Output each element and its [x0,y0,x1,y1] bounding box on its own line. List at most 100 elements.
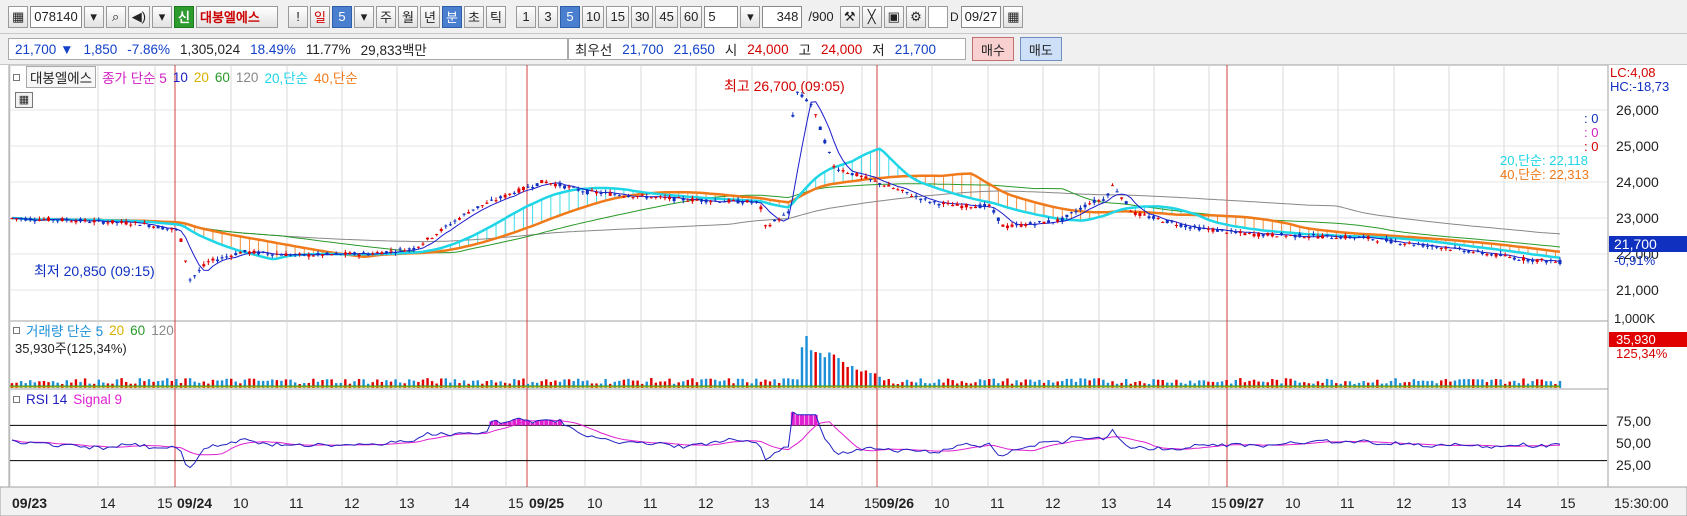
speaker-dropdown-icon[interactable]: ▾ [152,5,173,28]
period-month[interactable]: 월 [398,5,419,28]
candle-body [1051,221,1055,223]
candle-body [15,218,19,220]
volume-value: 1,305,024 [180,41,241,57]
candle-body [1010,224,1014,227]
candle-body [152,226,156,228]
candle-body [499,196,503,199]
trade-amount: 29,833백만 [360,43,427,58]
date-checkbox[interactable] [927,5,948,28]
candle-body [1293,234,1297,238]
save-icon[interactable]: ▣ [883,5,904,28]
period-second[interactable]: 초 [464,5,485,28]
candle-body [1467,250,1471,253]
high-value: 24,000 [821,41,863,57]
stock-code-input[interactable]: 078140 [30,5,82,28]
candle-body [1394,241,1398,243]
interval-input[interactable]: 5 [704,5,739,28]
candle-body [594,191,598,194]
candle-body [225,256,229,258]
candle-body [334,253,338,255]
candle-body [1211,228,1215,232]
candle-body [165,228,169,230]
buy-button[interactable]: 매수 [972,37,1014,61]
minute-1[interactable]: 1 [516,5,537,28]
candle-body [754,201,758,203]
interval-dropdown-icon[interactable]: ▾ [740,5,761,28]
grid-table-icon[interactable]: ▦ [15,92,33,108]
ma40-value-label: 40,단순: 22,313 [1500,167,1589,182]
rsi-collapse-icon[interactable] [13,396,20,403]
minute-10[interactable]: 10 [582,5,605,28]
search-icon[interactable]: ⌕ [105,5,126,28]
x-tick-label: 15 [864,495,880,511]
candle-body [398,248,402,250]
change-percent: -7.86% [127,41,171,57]
code-dropdown-icon[interactable]: ▾ [83,5,104,28]
candle-body [24,218,28,221]
minute-15[interactable]: 15 [606,5,629,28]
candle-body [234,253,238,256]
minute-3[interactable]: 3 [538,5,559,28]
candle-body [837,169,841,171]
minute-30[interactable]: 30 [630,5,654,28]
candle-body [458,218,462,220]
candle-body [362,252,366,254]
minute-5[interactable]: 5 [560,5,581,28]
period-year[interactable]: 년 [420,5,441,28]
legend-signal: Signal 9 [73,392,123,407]
candle-body [366,253,370,256]
candle-body [110,220,114,224]
x-tick-label: 15 [157,495,173,511]
stock-name[interactable]: 대봉엘에스 [196,5,279,28]
rsi-legend: RSI 14 Signal 9 [13,392,122,407]
legend-ma20-simple: 20,단순 [264,71,309,86]
low-annotation: 최저 20,850 (09:15) [34,263,155,279]
candle-body [1353,237,1357,239]
candle-body [1403,243,1407,245]
candle-body [932,201,936,203]
day-count-input[interactable]: 5 [332,5,353,28]
day-button[interactable]: 일 [310,5,331,28]
minute-45[interactable]: 45 [655,5,678,28]
candle-body [878,183,882,185]
bar-count-input[interactable]: 348 [762,5,803,28]
speaker-icon[interactable]: ◀) [127,5,151,28]
candle-body [558,183,562,187]
period-week[interactable]: 주 [376,5,397,28]
candle-body [348,252,352,255]
period-minute[interactable]: 분 [442,5,463,28]
alert-button[interactable]: ! [288,5,309,28]
candle-body [115,222,119,224]
candle-body [47,217,51,221]
candle-body [887,184,891,187]
candle-body [919,198,923,201]
day-dropdown-icon[interactable]: ▾ [354,5,375,28]
credit-badge: 신 [174,5,195,28]
candle-body [444,225,448,227]
trendline-icon[interactable]: ╳ [861,5,882,28]
candle-body [1047,220,1051,223]
volume-collapse-icon[interactable] [13,326,20,334]
candle-body [252,250,256,254]
candle-body [1462,250,1466,253]
date-input[interactable]: 09/27 [960,5,1002,28]
candle-body [1289,234,1293,236]
minute-60[interactable]: 60 [679,5,703,28]
candle-body [978,204,982,208]
candle-body [823,139,827,144]
candle-body [1065,214,1069,217]
indicator-icon[interactable]: ⚒ [839,5,860,28]
sell-button[interactable]: 매도 [1019,37,1062,61]
candle-body [1426,245,1430,247]
legend-volume-120: 120 [151,322,174,338]
candle-body [51,219,55,221]
calendar-icon[interactable]: ▦ [1003,5,1024,28]
panel-collapse-icon[interactable] [13,73,20,81]
candle-body [74,220,78,223]
chart-menu-icon[interactable]: ▦ [8,5,29,28]
gear-icon[interactable]: ⚙ [905,5,926,28]
chart-area[interactable]: 09/23 14 15 09/24 10 11 12 13 14 15 09/25 10 11 12 13 1… [0,65,1687,516]
legend-ma40-simple: 40,단순 [314,71,358,86]
bar-count-total: /900 [808,9,834,24]
period-tick[interactable]: 틱 [486,5,507,28]
